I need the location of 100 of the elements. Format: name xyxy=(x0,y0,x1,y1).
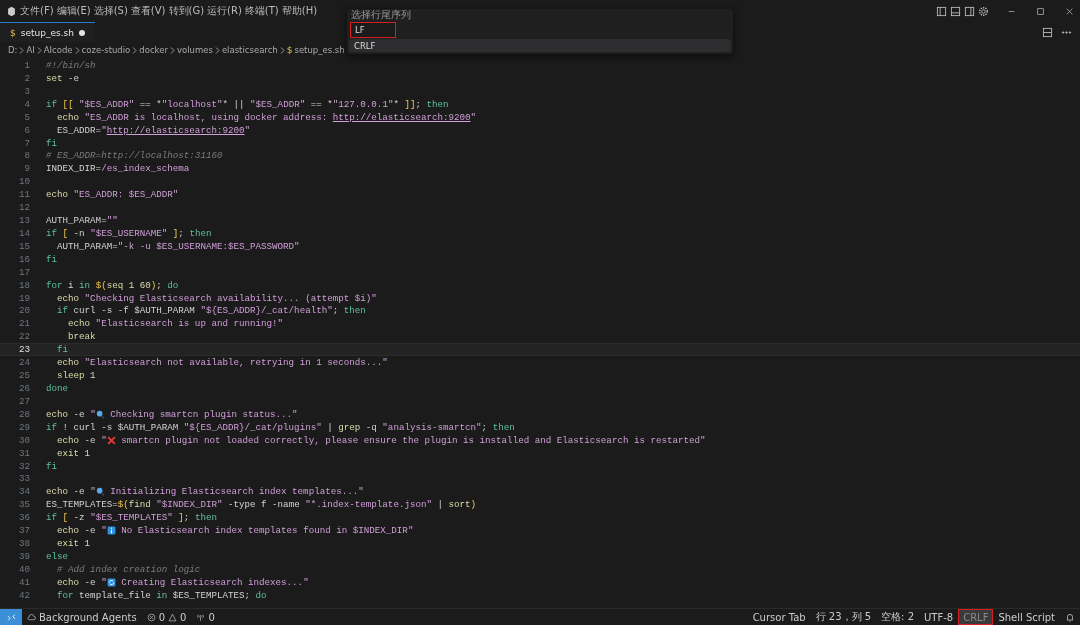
line-number: 32 xyxy=(17,460,30,472)
cloud-icon xyxy=(27,611,36,623)
code-line: AUTH_PARAM="-k -u $ES_USERNAME:$ES_PASSWORD" xyxy=(56,240,300,252)
menu-item[interactable]: 编辑(E) xyxy=(56,2,91,20)
code-line: # ES_ADDR=http://localhost:31160 xyxy=(46,150,223,162)
menu-item[interactable]: 终端(T) xyxy=(244,2,279,20)
chevron-icon xyxy=(19,46,25,54)
quick-pick-input[interactable]: LF xyxy=(350,22,396,38)
status-item[interactable]: 行 23，列 5 xyxy=(810,609,877,625)
code-line: INDEX_DIR=/es_index_schema xyxy=(46,163,190,175)
line-number: 27 xyxy=(17,395,30,407)
code-line: fi xyxy=(46,137,58,149)
code-line: if curl -s -f $AUTH_PARAM "${ES_ADDR}/_cat/health"; then xyxy=(56,305,366,317)
chevron-icon xyxy=(279,46,285,54)
code-line: echo -e " Initializing Elasticsearch index templates..." xyxy=(46,486,364,498)
chevron-icon xyxy=(169,46,175,54)
line-number: 7 xyxy=(23,137,30,149)
panel-toggle-icon[interactable] xyxy=(950,5,961,17)
menu-item[interactable]: 帮助(H) xyxy=(281,2,318,20)
code-line: fi xyxy=(56,344,69,356)
problems-button[interactable]: 0 0 xyxy=(141,609,192,625)
code-line: exit 1 xyxy=(56,447,91,459)
chevron-icon xyxy=(214,46,220,54)
code-line: echo "ES_ADDR: $ES_ADDR" xyxy=(46,189,179,201)
code-line: else xyxy=(46,551,69,562)
code-line: fi xyxy=(46,253,58,265)
line-number: 3 xyxy=(23,85,30,97)
line-number: 20 xyxy=(17,305,30,317)
status-item[interactable]: 空格: 2 xyxy=(876,609,919,625)
code-line: if [ -n "$ES_USERNAME" ]; then xyxy=(46,227,212,239)
line-number: 8 xyxy=(23,150,30,162)
maximize-icon[interactable] xyxy=(1036,5,1045,17)
breadcrumb-item[interactable]: D: xyxy=(8,45,18,55)
code-line: break xyxy=(67,331,96,343)
line-number: 26 xyxy=(17,383,30,394)
error-icon xyxy=(146,611,156,623)
background-agents-button[interactable]: Background Agents xyxy=(22,609,142,625)
line-number: 15 xyxy=(17,240,30,252)
line-number: 22 xyxy=(17,331,30,343)
line-number: 19 xyxy=(17,292,30,304)
code-line: ES_TEMPLATES=$(find "$INDEX_DIR" -type f -name "*.index-template.json" | sort) xyxy=(46,499,477,511)
line-number: 36 xyxy=(17,512,30,524)
code-line: for i in $(seq 1 60); do xyxy=(46,279,179,291)
line-number: 28 xyxy=(17,408,30,420)
line-number: 13 xyxy=(17,215,30,227)
line-number: 2 xyxy=(23,72,30,84)
quick-pick-option[interactable]: CRLF xyxy=(349,39,731,52)
menu-item[interactable]: 查看(V) xyxy=(130,2,166,20)
code-line: #!/bin/sh xyxy=(46,59,96,71)
line-number: 1 xyxy=(23,59,30,71)
line-number: 21 xyxy=(17,318,30,330)
menu-item[interactable]: 选择(S) xyxy=(93,2,128,20)
code-line: if [ -z "$ES_TEMPLATES" ]; then xyxy=(46,512,217,524)
code-line: echo "ES_ADDR is localhost, using docker address: http://elasticsearch:9200" xyxy=(56,111,477,123)
breadcrumb-item[interactable]: AIcode xyxy=(43,45,73,55)
breadcrumb-item[interactable]: elasticsearch xyxy=(221,45,278,55)
line-number: 38 xyxy=(17,538,30,550)
code-line: set -e xyxy=(46,72,80,84)
breadcrumb-item[interactable]: volumes xyxy=(176,45,213,55)
code-line: done xyxy=(46,383,69,394)
chevron-icon xyxy=(74,46,80,54)
editor-tab[interactable]: $ setup_es.sh xyxy=(0,22,95,42)
menu-item[interactable]: 转到(G) xyxy=(168,2,205,20)
line-number: 24 xyxy=(17,357,30,369)
ports-button[interactable]: 0 xyxy=(191,609,220,625)
line-number: 14 xyxy=(17,227,30,239)
sidebar-toggle-icon[interactable] xyxy=(936,5,947,17)
menu-item[interactable]: 文件(F) xyxy=(20,2,54,20)
line-number: 40 xyxy=(17,563,30,575)
line-number: 34 xyxy=(17,486,30,498)
secondary-sidebar-icon[interactable] xyxy=(964,5,975,17)
line-number: 29 xyxy=(17,421,30,433)
line-number: 6 xyxy=(23,124,30,136)
code-line: AUTH_PARAM="" xyxy=(46,215,118,227)
code-line: ES_ADDR="http://elasticsearch:9200" xyxy=(56,124,250,136)
chevron-icon xyxy=(36,46,42,54)
code-line: if ! curl -s $AUTH_PARAM "${ES_ADDR}/_cat/plugins" | grep -q "analysis-smartcn"; then xyxy=(46,421,515,433)
settings-icon[interactable] xyxy=(978,5,989,17)
line-number: 33 xyxy=(17,473,30,485)
status-item[interactable]: UTF-8 xyxy=(919,609,959,625)
breadcrumb-item[interactable]: docker xyxy=(139,45,168,55)
status-item[interactable]: Shell Script xyxy=(993,609,1060,625)
chevron-icon xyxy=(132,46,138,54)
line-number: 17 xyxy=(17,266,30,278)
code-line: fi xyxy=(46,460,58,472)
breadcrumb-item[interactable]: coze-studio xyxy=(81,45,131,55)
code-line: sleep 1 xyxy=(56,370,96,382)
breadcrumb-item[interactable]: AI xyxy=(26,45,35,55)
breadcrumb-item[interactable]: setup_es.sh xyxy=(294,45,345,55)
line-number: 39 xyxy=(17,551,30,562)
code-line: echo "Checking Elasticsearch availability... (attempt $i)" xyxy=(56,292,377,304)
split-editor-icon[interactable] xyxy=(1042,26,1053,38)
remote-icon xyxy=(5,611,17,623)
line-number: 5 xyxy=(23,111,30,123)
line-number: 10 xyxy=(17,176,30,188)
menu-item[interactable]: 运行(R) xyxy=(207,2,242,20)
line-number: 42 xyxy=(17,589,30,601)
line-number: 37 xyxy=(17,525,30,537)
status-item[interactable]: Cursor Tab xyxy=(747,609,811,625)
line-number: 4 xyxy=(23,98,30,110)
